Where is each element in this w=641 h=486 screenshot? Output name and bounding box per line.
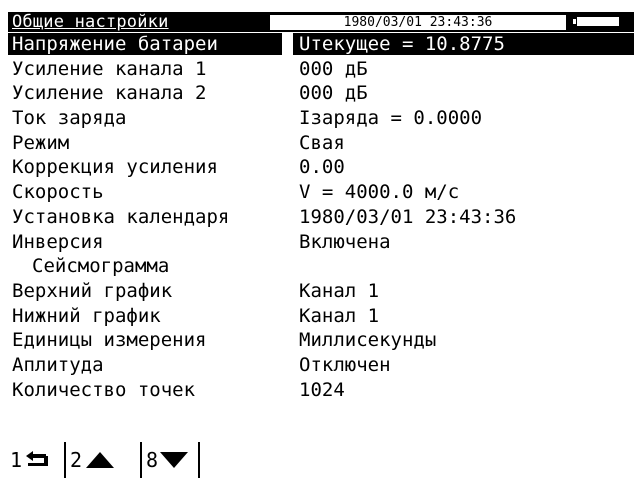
setting-upper-graph[interactable]: Верхний график Канал 1 [8, 279, 634, 304]
setting-lower-graph[interactable]: Нижний график Канал 1 [8, 304, 634, 329]
setting-label: Усиление канала 2 [12, 82, 207, 105]
setting-value: Uтекущее = 10.8775 [293, 33, 634, 55]
setting-value: Канал 1 [299, 304, 380, 327]
softkey-bar: 1 2 8 [8, 442, 208, 478]
softkey-up[interactable]: 2 [68, 442, 142, 478]
setting-value: V = 4000.0 м/с [299, 181, 460, 204]
setting-value: Включена [299, 230, 391, 253]
setting-value: 1980/03/01 23:43:36 [299, 205, 517, 228]
setting-value: 000 дБ [299, 57, 368, 80]
softkey-number: 2 [70, 448, 83, 472]
setting-value: 1024 [299, 378, 345, 401]
setting-channel2-gain[interactable]: Усиление канала 2 000 дБ [8, 81, 634, 106]
battery-icon [576, 16, 620, 27]
setting-speed[interactable]: Скорость V = 4000.0 м/с [8, 180, 634, 205]
setting-calendar[interactable]: Установка календаря 1980/03/01 23:43:36 [8, 205, 634, 230]
setting-battery-voltage[interactable]: Напряжение батареи Uтекущее = 10.8775 [8, 32, 634, 57]
settings-list: Напряжение батареи Uтекущее = 10.8775 Ус… [8, 32, 634, 402]
setting-channel1-gain[interactable]: Усиление канала 1 000 дБ [8, 57, 634, 82]
setting-units[interactable]: Единицы измерения Миллисекунды [8, 328, 634, 353]
setting-label: Единицы измерения [12, 329, 207, 352]
setting-label: Нижний график [12, 304, 161, 327]
setting-label: Верхний график [12, 279, 173, 302]
section-seismogram: Сейсмограмма [8, 254, 634, 279]
arrow-down-icon [160, 452, 189, 468]
setting-mode[interactable]: Режим Свая [8, 131, 634, 156]
setting-label: Скорость [12, 181, 104, 204]
return-icon [26, 451, 49, 466]
setting-label: Установка календаря [12, 205, 230, 228]
setting-value: Iзаряда = 0.0000 [299, 107, 483, 130]
setting-value: 0.00 [299, 156, 345, 179]
setting-label: Режим [12, 131, 70, 154]
softkey-number: 1 [10, 448, 23, 472]
page-title: Общие настройки [12, 12, 169, 32]
setting-label: Усиление канала 1 [12, 57, 207, 80]
softkey-down[interactable]: 8 [144, 442, 200, 478]
setting-point-count[interactable]: Количество точек 1024 [8, 378, 634, 403]
setting-value: Отключен [299, 353, 391, 376]
setting-label: Напряжение батареи [8, 33, 282, 55]
header-bar: Общие настройки 1980/03/01 23:43:36 [8, 12, 634, 32]
setting-value: Свая [299, 131, 345, 154]
setting-value: Миллисекунды [299, 329, 437, 352]
setting-label: Ток заряда [12, 107, 127, 130]
setting-label: Аплитуда [12, 353, 104, 376]
arrow-up-icon [86, 452, 115, 468]
softkey-back[interactable]: 1 [8, 442, 66, 478]
setting-inversion[interactable]: Инверсия Включена [8, 230, 634, 255]
setting-gain-correction[interactable]: Коррекция усиления 0.00 [8, 155, 634, 180]
datetime-display: 1980/03/01 23:43:36 [270, 15, 566, 30]
setting-amplitude[interactable]: Аплитуда Отключен [8, 353, 634, 378]
setting-label: Коррекция усиления [12, 156, 218, 179]
setting-value: 000 дБ [299, 82, 368, 105]
softkey-number: 8 [146, 448, 159, 472]
section-heading: Сейсмограмма [32, 255, 170, 278]
setting-label: Количество точек [12, 378, 196, 401]
setting-charge-current[interactable]: Ток заряда Iзаряда = 0.0000 [8, 106, 634, 131]
setting-label: Инверсия [12, 230, 104, 253]
setting-value: Канал 1 [299, 279, 380, 302]
device-screen: Общие настройки 1980/03/01 23:43:36 Напр… [8, 12, 634, 478]
